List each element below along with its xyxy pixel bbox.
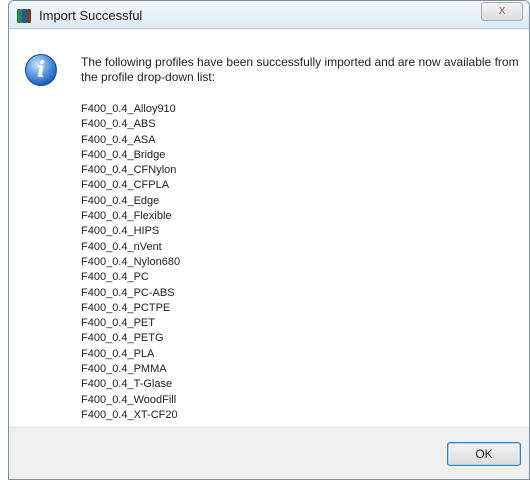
- profile-item: F400_0.4_ASA: [81, 133, 156, 146]
- profile-item: F400_0.4_Alloy910: [81, 103, 176, 115]
- profile-item: F400_0.4_ABS: [81, 118, 156, 131]
- profile-item: F400_0.4_Nylon680: [81, 255, 181, 268]
- dialog-title: Import Successful: [39, 8, 143, 23]
- import-successful-dialog: Import Successful X i The following prof…: [8, 0, 530, 480]
- title-bar[interactable]: Import Successful X: [9, 1, 529, 29]
- profile-item: F400_0.4_CFNylon: [81, 164, 177, 177]
- profile-item: F400_0.4_HIPS: [81, 225, 160, 238]
- profile-list: F400_0.4_Alloy910 F400_0.4_ABS F400_0.4_…: [81, 102, 180, 423]
- profile-item: F400_0.4_nVent: [81, 240, 162, 253]
- message-area: i The following profiles have been succe…: [9, 30, 529, 429]
- close-button[interactable]: X: [481, 2, 523, 21]
- profile-item: F400_0.4_PETG: [81, 332, 164, 345]
- profile-item: F400_0.4_T-Glase: [81, 378, 173, 391]
- profile-item: F400_0.4_Edge: [81, 194, 160, 207]
- profile-item: F400_0.4_WoodFill: [81, 393, 177, 406]
- profile-item: F400_0.4_PMMA: [81, 363, 167, 376]
- ok-button[interactable]: OK: [447, 442, 521, 466]
- button-bar: OK: [9, 427, 529, 479]
- app-icon: [17, 9, 31, 23]
- profile-item: F400_0.4_PLA: [81, 347, 155, 360]
- close-icon: X: [498, 6, 506, 17]
- profile-item: F400_0.4_PET: [81, 317, 155, 330]
- profile-item: F400_0.4_PC-ABS: [81, 286, 175, 299]
- profile-item: F400_0.4_PCTPE: [81, 301, 171, 314]
- profile-item: F400_0.4_XT-CF20: [81, 408, 178, 421]
- profile-item: F400_0.4_Bridge: [81, 148, 166, 161]
- profile-item: F400_0.4_CFPLA: [81, 179, 170, 192]
- message-text: The following profiles have been success…: [81, 55, 519, 84]
- profile-item: F400_0.4_PC: [81, 271, 149, 284]
- information-icon: i: [25, 54, 57, 86]
- profile-item: F400_0.4_Flexible: [81, 210, 172, 223]
